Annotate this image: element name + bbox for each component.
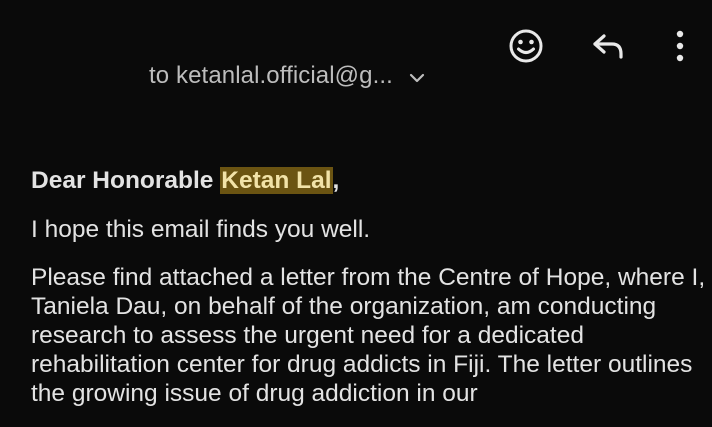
greeting-prefix: Dear Honorable [31, 167, 221, 194]
greeting-suffix: , [332, 167, 340, 194]
more-vertical-icon[interactable] [670, 26, 690, 66]
email-action-bar [506, 24, 690, 68]
email-paragraph: Please find attached a letter from the C… [31, 264, 706, 407]
smiley-face-icon[interactable] [506, 26, 546, 66]
recipient-line: to ketanlal.official@g... [149, 62, 393, 90]
recipient-prefix: to [149, 62, 170, 89]
email-body: Dear Honorable Ketan Lal, I hope this em… [31, 166, 711, 427]
email-paragraph: I hope this email finds you well. [31, 216, 371, 243]
reply-arrow-icon[interactable] [588, 26, 628, 66]
chevron-down-icon[interactable] [409, 73, 425, 83]
email-greeting: Dear Honorable Ketan Lal, [31, 166, 711, 195]
highlighted-recipient-name: Ketan Lal [220, 167, 333, 194]
recipient-details-toggle[interactable]: to ketanlal.official@g... [149, 62, 425, 90]
recipient-address: ketanlal.official@g... [176, 62, 393, 89]
